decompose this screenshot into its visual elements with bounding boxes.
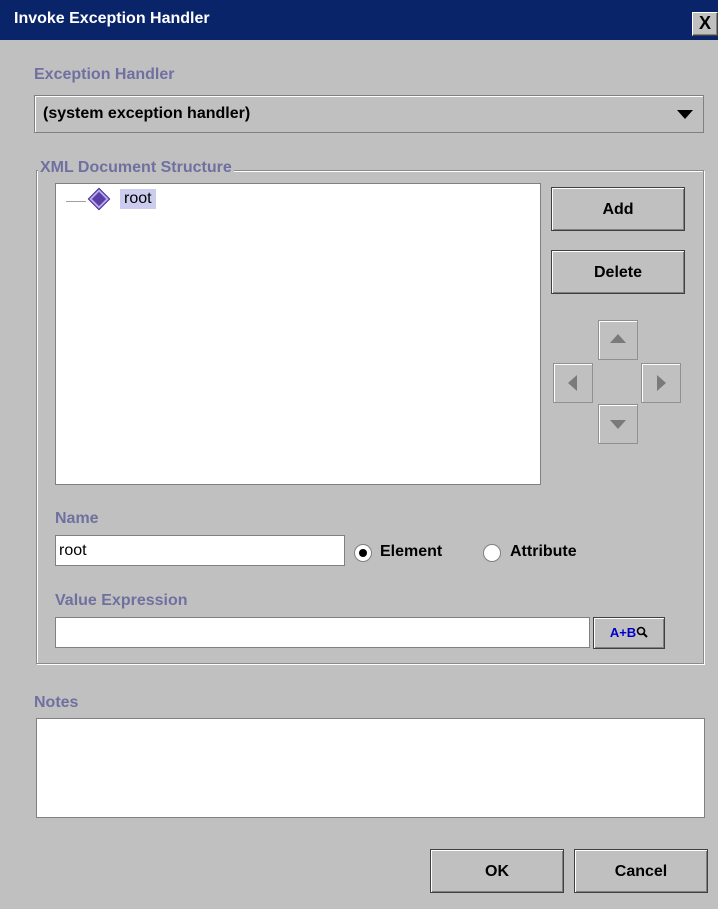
element-radio[interactable] bbox=[354, 544, 372, 562]
exception-handler-label: Exception Handler bbox=[34, 66, 175, 83]
move-right-button[interactable] bbox=[641, 363, 681, 403]
xml-tree[interactable]: root bbox=[55, 183, 541, 485]
tree-connector-line bbox=[66, 201, 86, 202]
arrow-left-icon bbox=[568, 375, 577, 391]
tree-node-root[interactable]: root bbox=[120, 189, 156, 209]
delete-button[interactable]: Delete bbox=[551, 250, 685, 294]
notes-textarea[interactable] bbox=[36, 718, 705, 818]
arrow-right-icon bbox=[657, 375, 666, 391]
move-up-button[interactable] bbox=[598, 320, 638, 360]
element-node-icon bbox=[89, 189, 109, 209]
arrow-down-icon bbox=[610, 420, 626, 429]
radio-selected-dot-icon bbox=[359, 549, 367, 557]
window-title: Invoke Exception Handler bbox=[14, 10, 210, 27]
expression-builder-label: A+B bbox=[609, 625, 637, 640]
move-down-button[interactable] bbox=[598, 404, 638, 444]
xml-structure-label: XML Document Structure bbox=[38, 159, 234, 177]
exception-handler-value: (system exception handler) bbox=[43, 105, 251, 122]
attribute-radio-label[interactable]: Attribute bbox=[510, 543, 577, 561]
value-expression-label: Value Expression bbox=[55, 592, 188, 609]
add-button[interactable]: Add bbox=[551, 187, 685, 231]
name-label: Name bbox=[55, 510, 99, 527]
magnifier-icon bbox=[636, 626, 648, 638]
ok-button[interactable]: OK bbox=[430, 849, 564, 893]
arrow-up-icon bbox=[610, 334, 626, 343]
value-expression-input[interactable] bbox=[55, 617, 590, 648]
name-input[interactable] bbox=[55, 535, 345, 566]
close-button[interactable]: X bbox=[692, 12, 718, 36]
cancel-button[interactable]: Cancel bbox=[574, 849, 708, 893]
expression-builder-button[interactable]: A+B bbox=[593, 617, 665, 649]
exception-handler-dropdown[interactable]: (system exception handler) bbox=[34, 95, 704, 133]
dropdown-arrow-icon bbox=[677, 110, 693, 119]
element-radio-label[interactable]: Element bbox=[380, 543, 442, 561]
attribute-radio[interactable] bbox=[483, 544, 501, 562]
move-left-button[interactable] bbox=[553, 363, 593, 403]
notes-label: Notes bbox=[34, 694, 79, 711]
